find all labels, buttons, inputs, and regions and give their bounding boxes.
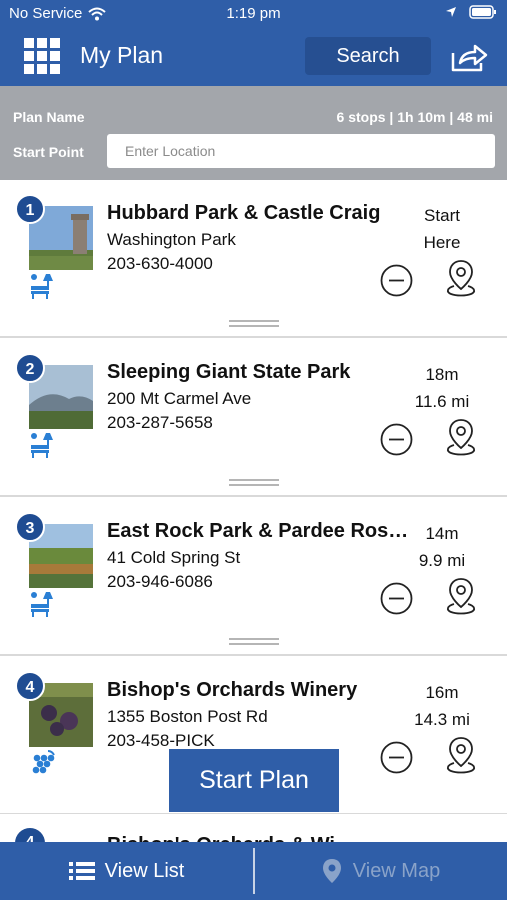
stop-name[interactable]: Sleeping Giant State Park: [107, 361, 413, 384]
tab-view-map-label: View Map: [352, 859, 441, 882]
stop-name[interactable]: East Rock Park & Pardee Rose...: [107, 520, 413, 543]
stop-time-line2: Here: [423, 233, 461, 252]
stop-time-line1: 16m: [425, 683, 459, 702]
status-bar: No Service 1:19 pm: [0, 0, 507, 28]
remove-stop-icon[interactable]: [380, 264, 413, 297]
remove-stop-icon[interactable]: [380, 423, 413, 456]
stop-address: Washington Park: [107, 230, 236, 249]
location-arrow-icon: [446, 7, 456, 17]
bottom-tab-bar: View List View Map: [0, 842, 507, 900]
stop-travel-info: Start Here: [397, 202, 487, 256]
stop-time-line1: 18m: [425, 365, 459, 384]
stop-number-badge: 4: [15, 671, 45, 701]
stop-travel-info: 18m 11.6 mi: [397, 361, 487, 415]
stop-time-line2: 9.9 mi: [418, 551, 466, 570]
stop-phone[interactable]: 203-287-5658: [107, 413, 213, 433]
drag-handle[interactable]: [229, 320, 279, 328]
start-point-label: Start Point: [13, 144, 84, 160]
park-bench-icon: [31, 592, 53, 617]
list-icon: [68, 862, 95, 880]
map-pin-icon[interactable]: [443, 576, 479, 618]
stop-number-badge: 1: [15, 194, 45, 224]
battery-icon: [469, 5, 496, 19]
share-icon[interactable]: [450, 41, 488, 73]
drag-handle[interactable]: [229, 479, 279, 487]
map-pin-icon[interactable]: [443, 258, 479, 300]
stop-card[interactable]: 3 East Rock Park & Pardee Rose... 41 Col…: [0, 498, 507, 656]
remove-stop-icon[interactable]: [380, 741, 413, 774]
stop-time-line2: 11.6 mi: [414, 392, 470, 411]
app-header: My Plan Search: [0, 28, 507, 86]
stop-phone[interactable]: 203-458-PICK: [107, 731, 215, 751]
stop-number-badge: 2: [15, 353, 45, 383]
stop-phone[interactable]: 203-946-6086: [107, 572, 213, 592]
stop-address: 1355 Boston Post Rd: [107, 707, 268, 726]
search-button[interactable]: Search: [305, 37, 431, 75]
stop-card-partial[interactable]: 4 Bishop's Orchards & Wi...: [0, 814, 507, 844]
stop-name[interactable]: Bishop's Orchards Winery: [107, 679, 413, 702]
stop-card[interactable]: 2 Sleeping Giant State Park 200 Mt Carme…: [0, 339, 507, 497]
start-plan-button[interactable]: Start Plan: [169, 749, 339, 812]
plan-info-panel: Plan Name 6 stops | 1h 10m | 48 mi Start…: [0, 86, 507, 180]
park-bench-icon: [31, 433, 53, 458]
status-right: [445, 5, 497, 19]
map-pin-icon[interactable]: [443, 735, 479, 777]
plan-name-label: Plan Name: [13, 109, 85, 125]
plan-stats: 6 stops | 1h 10m | 48 mi: [336, 109, 493, 125]
stop-address: 200 Mt Carmel Ave: [107, 389, 252, 408]
menu-grid-icon[interactable]: [24, 38, 60, 74]
map-pin-icon[interactable]: [443, 417, 479, 459]
stop-time-line1: Start: [424, 206, 460, 225]
page-title: My Plan: [80, 42, 164, 68]
park-bench-icon: [31, 274, 53, 299]
stop-time-line1: 14m: [425, 524, 459, 543]
stop-phone[interactable]: 203-630-4000: [107, 254, 213, 274]
tab-view-list[interactable]: View List: [0, 842, 253, 900]
stop-name[interactable]: Hubbard Park & Castle Craig: [107, 202, 413, 225]
stop-card[interactable]: 1 Hubbard Park & Castle Craig Washington…: [0, 180, 507, 338]
tab-view-list-label: View List: [104, 859, 185, 882]
drag-handle[interactable]: [229, 638, 279, 646]
remove-stop-icon[interactable]: [380, 582, 413, 615]
map-marker-icon: [322, 859, 341, 883]
status-time: 1:19 pm: [226, 5, 281, 22]
stop-address: 41 Cold Spring St: [107, 548, 241, 567]
stop-travel-info: 16m 14.3 mi: [397, 679, 487, 733]
stop-travel-info: 14m 9.9 mi: [397, 520, 487, 574]
grapes-icon: [32, 750, 55, 774]
stop-time-line2: 14.3 mi: [414, 710, 470, 729]
start-location-input[interactable]: [107, 134, 495, 168]
tab-view-map[interactable]: View Map: [254, 842, 507, 900]
stop-number-badge: 3: [15, 512, 45, 542]
